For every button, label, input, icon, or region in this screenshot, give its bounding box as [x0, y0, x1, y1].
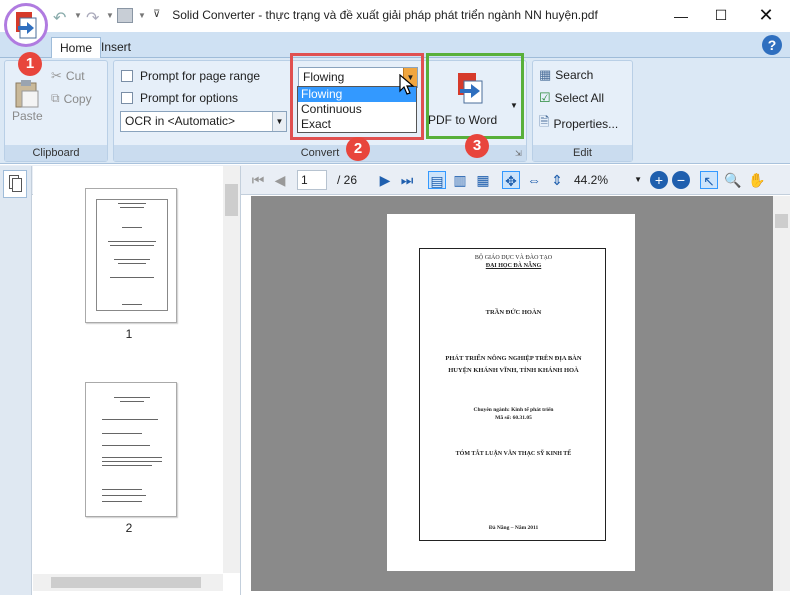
minimize-button[interactable]: — [659, 0, 703, 31]
tab-insert[interactable]: Insert [93, 37, 139, 58]
fit-page-icon[interactable]: ✥ [502, 171, 520, 189]
continuous-icon[interactable]: ▦ [474, 171, 492, 189]
pdf-to-word-highlight-box [426, 53, 524, 139]
close-button[interactable]: ✕ [744, 0, 788, 31]
zoom-value: 44.2% [574, 173, 609, 187]
previous-page-icon[interactable]: ◀ [271, 171, 289, 189]
copy-button[interactable]: ⧉ Copy [51, 91, 92, 106]
dialog-launcher-icon[interactable]: ⇲ [515, 149, 522, 158]
pages-panel-icon[interactable] [3, 170, 27, 198]
doc-footer: Đà Nẵng – Năm 2011 [488, 525, 539, 531]
select-all-button[interactable]: ☑ Select All [539, 90, 604, 106]
edit-group: ▦ Search ☑ Select All 🗎 Properties... Ed… [532, 60, 633, 162]
select-all-label: Select All [554, 91, 605, 105]
paste-button[interactable]: Paste [7, 75, 47, 125]
page-number-input[interactable]: 1 [297, 170, 327, 190]
thumbnail-label-2: 2 [125, 521, 133, 535]
clipboard-group: Paste ✂ Cut ⧉ Copy Clipboard [4, 60, 108, 162]
page-total: / 26 [337, 173, 358, 187]
zoom-select[interactable]: 44.2% ▼ [570, 170, 646, 190]
properties-icon: 🗎 [539, 114, 550, 129]
undo-icon[interactable]: ↶ [53, 8, 66, 28]
chevron-down-icon: ▼ [272, 112, 286, 131]
ocr-select-value: OCR in <Automatic> [125, 114, 236, 128]
window-title: Solid Converter - thực trạng và đề xuất … [172, 8, 598, 22]
maximize-button[interactable]: ☐ [699, 0, 743, 31]
thumbnail-panel: 1 2 [33, 166, 241, 595]
help-icon[interactable]: ? [762, 35, 782, 55]
checkbox-icon [121, 92, 133, 104]
save-icon[interactable] [117, 8, 133, 23]
search-icon: ▦ [539, 67, 552, 82]
prompt-page-range-checkbox[interactable]: Prompt for page range [121, 69, 260, 83]
save-dropdown-icon[interactable]: ▼ [138, 11, 146, 20]
search-button[interactable]: ▦ Search [539, 67, 593, 83]
viewer-vertical-scrollbar[interactable] [773, 196, 790, 591]
copy-label: Copy [63, 91, 92, 106]
thumbnail-page-2[interactable] [85, 382, 177, 517]
cut-label: Cut [65, 69, 85, 83]
prompt-options-label: Prompt for options [140, 91, 239, 105]
paste-label: Paste [12, 109, 43, 123]
zoom-tool-icon[interactable]: 🔍 [724, 171, 742, 189]
select-tool-icon[interactable]: ↖ [700, 171, 718, 189]
step-badge-3: 3 [465, 134, 489, 158]
step-badge-2: 2 [346, 137, 370, 161]
doc-university: ĐẠI HỌC ĐÀ NẴNG [485, 263, 542, 269]
properties-label: Properties... [553, 117, 619, 131]
copy-icon: ⧉ [51, 91, 60, 105]
undo-dropdown-icon[interactable]: ▼ [74, 11, 82, 20]
clipboard-group-label: Clipboard [5, 145, 107, 161]
two-page-icon[interactable]: ▥ [451, 171, 469, 189]
scrollbar-thumb[interactable] [225, 184, 238, 216]
paste-icon [15, 80, 39, 108]
doc-author: TRẦN ĐỨC HOÀN [485, 309, 542, 316]
scrollbar-thumb[interactable] [51, 577, 201, 588]
first-page-icon[interactable]: ⏮ [249, 171, 267, 189]
doc-title-line2: HUYỆN KHÁNH VĨNH, TỈNH KHÁNH HOÀ [448, 367, 579, 374]
select-all-icon: ☑ [539, 90, 551, 105]
app-menu-button[interactable] [4, 3, 48, 47]
thumbnail-vertical-scrollbar[interactable] [223, 166, 240, 573]
search-label: Search [555, 68, 594, 82]
checkbox-icon [121, 70, 133, 82]
last-page-icon[interactable]: ⏭ [398, 171, 416, 189]
fit-height-icon[interactable]: ⇕ [548, 171, 566, 189]
fit-width-icon[interactable]: ⇔ [525, 171, 543, 189]
thumbnail-page-1[interactable] [85, 188, 177, 323]
doc-title-line1: PHÁT TRIỂN NÔNG NGHIỆP TRÊN ĐỊA BÀN [445, 355, 582, 362]
ocr-select[interactable]: OCR in <Automatic> ▼ [120, 111, 287, 132]
step-badge-1: 1 [18, 52, 42, 76]
doc-ministry: BỘ GIÁO DỤC VÀ ĐÀO TẠO [474, 255, 553, 261]
thumbnail-horizontal-scrollbar[interactable] [33, 574, 223, 591]
properties-button[interactable]: 🗎 Properties... [539, 113, 618, 135]
zoom-out-icon[interactable]: − [672, 171, 690, 189]
chevron-down-icon: ▼ [634, 175, 642, 184]
thumbnail-label-1: 1 [125, 327, 133, 341]
title-bar: ↶ ▼ ↷ ▼ ▼ ⊽ Solid Converter - thực trạng… [0, 0, 790, 47]
doc-code: Mã số: 60.31.05 [495, 415, 532, 421]
redo-dropdown-icon[interactable]: ▼ [106, 11, 114, 20]
prompt-page-range-label: Prompt for page range [140, 69, 261, 83]
prompt-options-checkbox[interactable]: Prompt for options [121, 91, 238, 105]
page-border-frame: BỘ GIÁO DỤC VÀ ĐÀO TẠO ĐẠI HỌC ĐÀ NẴNG T… [419, 248, 606, 541]
scissors-icon: ✂ [51, 68, 62, 83]
hand-tool-icon[interactable]: ✋ [748, 171, 766, 189]
edit-group-label: Edit [533, 145, 632, 161]
zoom-in-icon[interactable]: + [650, 171, 668, 189]
doc-major: Chuyên ngành: Kinh tế phát triển [473, 407, 554, 413]
side-strip [0, 166, 32, 595]
dropdown-highlight-box [290, 53, 424, 140]
doc-summary: TÓM TẮT LUẬN VĂN THẠC SỸ KINH TẾ [455, 451, 572, 457]
scrollbar-thumb[interactable] [775, 214, 788, 228]
redo-icon[interactable]: ↷ [86, 8, 99, 28]
single-page-icon[interactable]: ▤ [428, 171, 446, 189]
app-logo-icon [16, 12, 37, 39]
cut-button[interactable]: ✂ Cut [51, 68, 85, 84]
next-page-icon[interactable]: ▶ [376, 171, 394, 189]
